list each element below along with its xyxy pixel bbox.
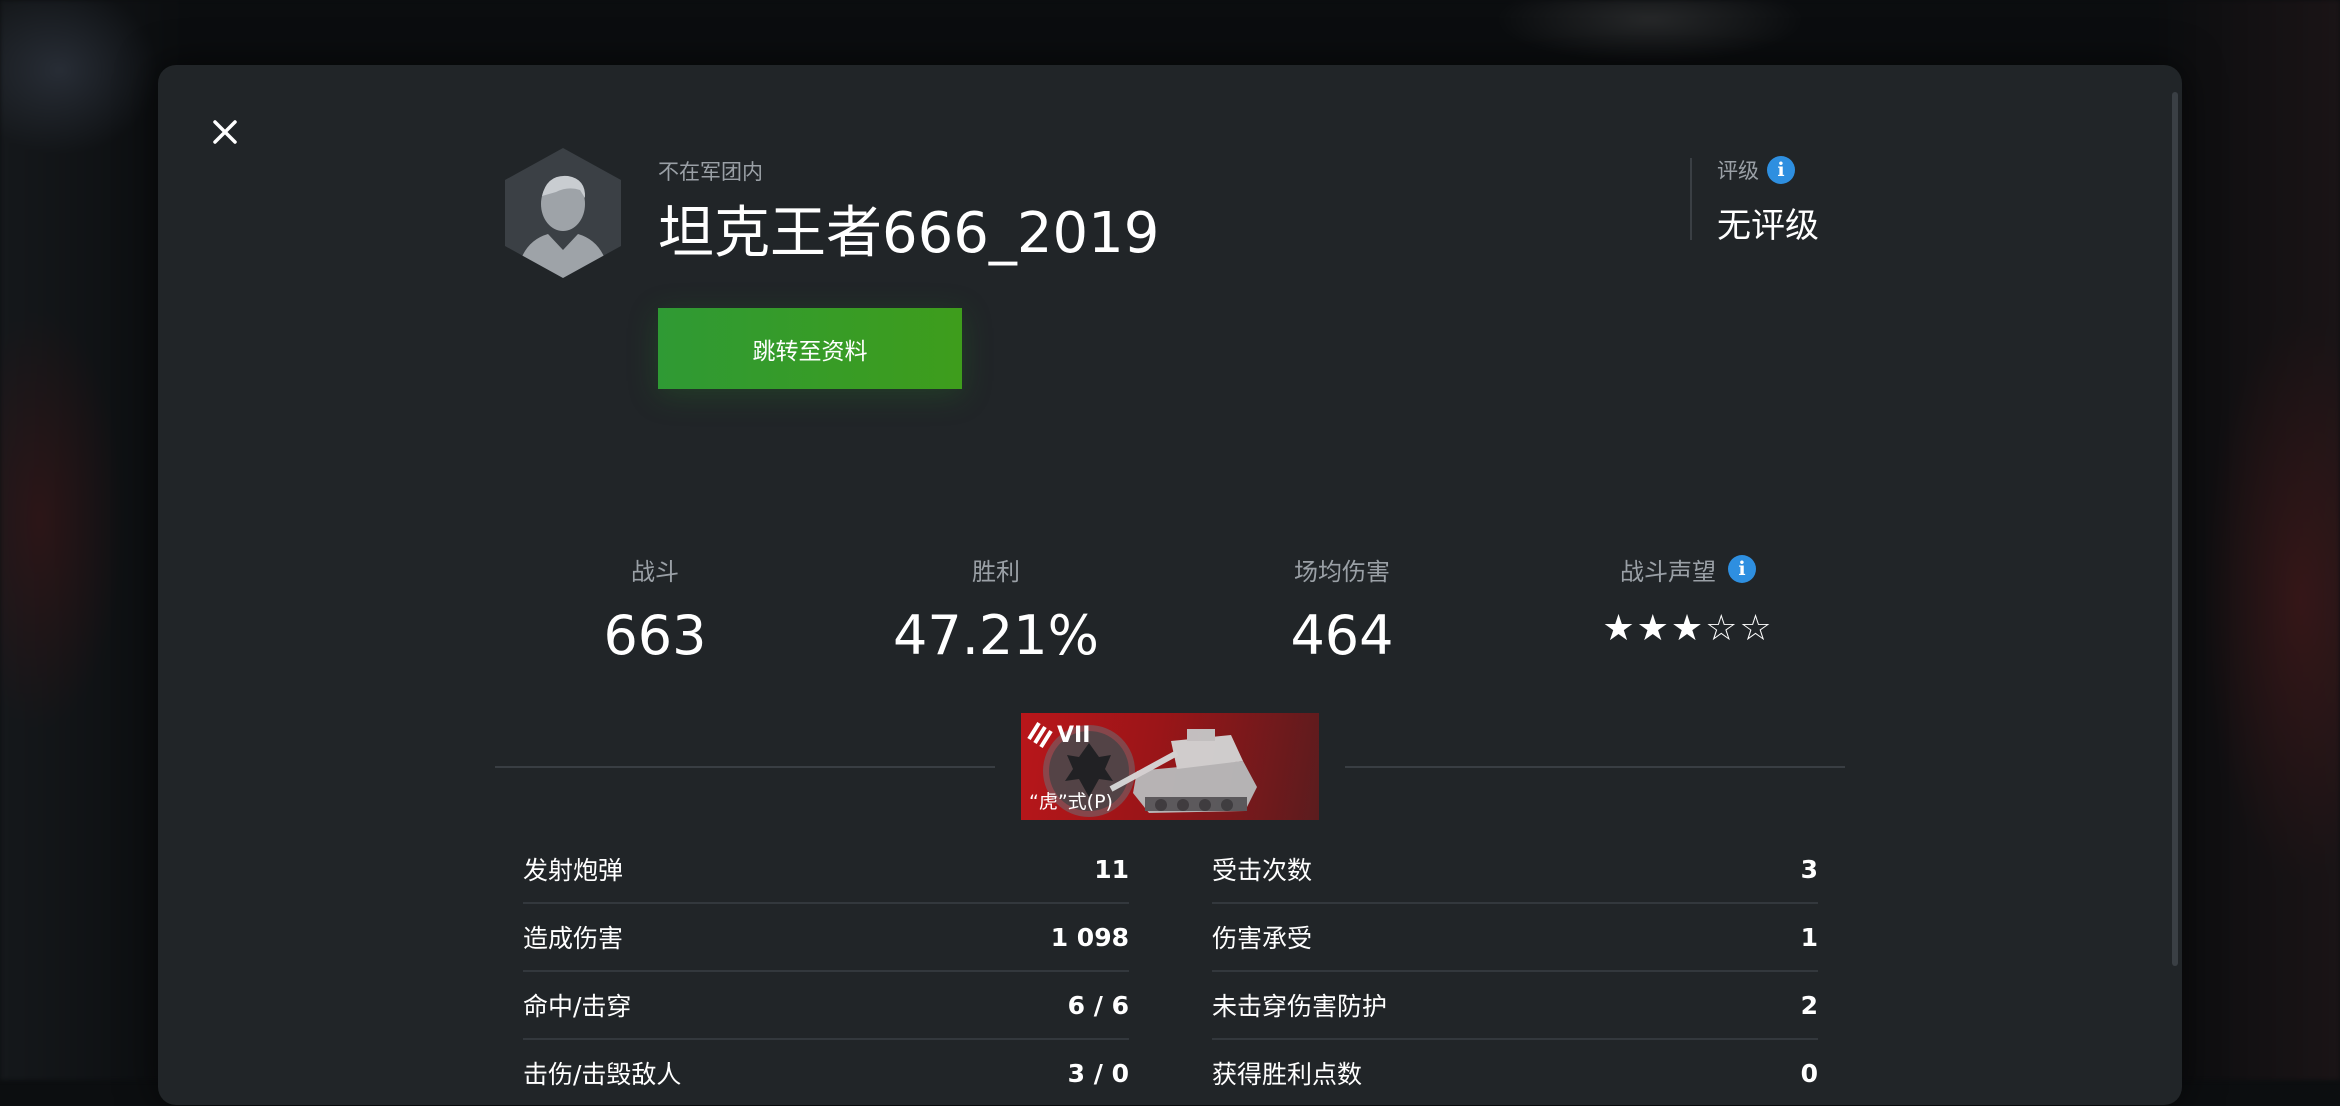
row-value: 0 bbox=[1800, 1058, 1818, 1088]
battles-value: 663 bbox=[603, 604, 707, 667]
row-label: 伤害承受 bbox=[1212, 924, 1313, 953]
stat-row: 命中/击穿 6 / 6 bbox=[523, 972, 1129, 1040]
row-label: 获得胜利点数 bbox=[1212, 1060, 1363, 1089]
scrollbar[interactable] bbox=[2172, 92, 2178, 966]
reputation-stars: ★★★☆☆ bbox=[1602, 608, 1774, 649]
wins-value: 47.21% bbox=[893, 604, 1099, 667]
stat-row: 发射炮弹 11 bbox=[523, 836, 1129, 904]
row-label: 发射炮弹 bbox=[523, 856, 624, 885]
stat-row: 未击穿伤害防护 2 bbox=[1212, 972, 1818, 1040]
row-value: 1 098 bbox=[1050, 922, 1129, 952]
info-icon[interactable]: i bbox=[1767, 156, 1795, 184]
row-label: 造成伤害 bbox=[523, 924, 624, 953]
info-icon[interactable]: i bbox=[1728, 555, 1756, 583]
stat-row: 击伤/击毁敌人 3 / 0 bbox=[523, 1040, 1129, 1106]
rating-label-group: 评级 i bbox=[1717, 155, 1795, 185]
stat-row: 受击次数 3 bbox=[1212, 836, 1818, 904]
stat-row: 造成伤害 1 098 bbox=[523, 904, 1129, 972]
stat-row: 伤害承受 1 bbox=[1212, 904, 1818, 972]
row-value: 6 / 6 bbox=[1067, 990, 1129, 1020]
avg-damage-label: 场均伤害 bbox=[1294, 557, 1390, 586]
tank-name: “虎”式(P) bbox=[1029, 791, 1113, 813]
rating-value: 无评级 bbox=[1717, 206, 1819, 246]
divider-left bbox=[495, 766, 995, 768]
row-value: 11 bbox=[1094, 854, 1129, 884]
row-value: 3 / 0 bbox=[1067, 1058, 1129, 1088]
row-value: 2 bbox=[1800, 990, 1818, 1020]
row-label: 未击穿伤害防护 bbox=[1212, 992, 1388, 1021]
avatar bbox=[502, 146, 624, 280]
rating-label: 评级 bbox=[1717, 159, 1759, 183]
tank-card[interactable]: VII “虎”式(P) bbox=[1021, 713, 1319, 820]
reputation-stat: 战斗声望 i ★★★☆☆ bbox=[1538, 552, 1838, 649]
row-label: 受击次数 bbox=[1212, 856, 1313, 885]
row-label: 命中/击穿 bbox=[523, 992, 632, 1021]
rating-divider bbox=[1690, 158, 1692, 240]
go-to-profile-button[interactable]: 跳转至资料 bbox=[658, 308, 962, 389]
stat-row: 获得胜利点数 0 bbox=[1212, 1040, 1818, 1106]
battles-stat: 战斗 663 bbox=[505, 552, 805, 668]
close-icon[interactable] bbox=[205, 112, 245, 152]
row-value: 3 bbox=[1800, 854, 1818, 884]
avg-damage-value: 464 bbox=[1290, 604, 1394, 667]
wins-label: 胜利 bbox=[972, 557, 1020, 586]
tank-tier: VII bbox=[1057, 723, 1091, 748]
row-label: 击伤/击毁敌人 bbox=[523, 1060, 682, 1089]
reputation-label: 战斗声望 bbox=[1620, 557, 1716, 586]
player-stats-dialog bbox=[158, 65, 2182, 1105]
avg-damage-stat: 场均伤害 464 bbox=[1192, 552, 1492, 668]
divider-right bbox=[1345, 766, 1845, 768]
battles-label: 战斗 bbox=[631, 557, 679, 586]
player-name: 坦克王者666_2019 bbox=[658, 201, 1160, 266]
row-value: 1 bbox=[1800, 922, 1818, 952]
clan-status: 不在军团内 bbox=[658, 160, 763, 184]
wins-stat: 胜利 47.21% bbox=[846, 552, 1146, 668]
reputation-label-group: 战斗声望 i bbox=[1538, 552, 1838, 586]
